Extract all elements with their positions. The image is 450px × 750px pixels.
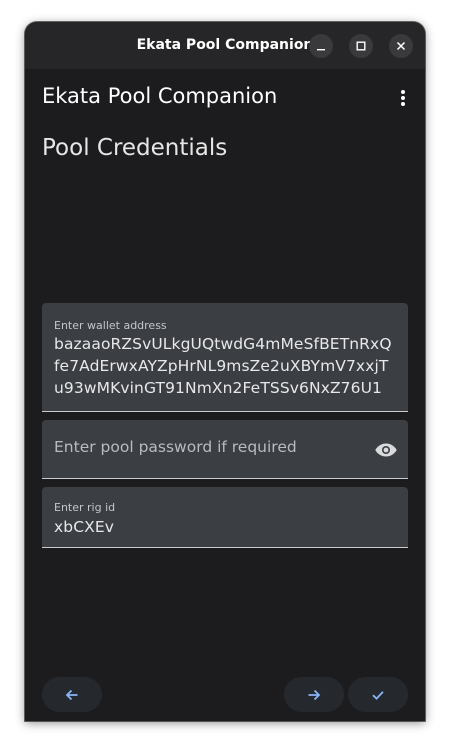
back-button[interactable] (42, 677, 102, 712)
app-window: Ekata Pool Companion Ekata Pool Companio… (25, 22, 425, 721)
more-vert-icon (401, 90, 405, 106)
pool-password-field[interactable]: Enter pool password if required (42, 420, 408, 479)
check-icon (372, 690, 384, 700)
app-bar-title: Ekata Pool Companion (42, 84, 278, 108)
maximize-button[interactable] (349, 34, 373, 58)
wallet-address-label: Enter wallet address (54, 319, 167, 332)
arrow-left-icon (65, 689, 78, 700)
rig-id-field[interactable]: Enter rig id xbCXEv (42, 487, 408, 548)
wallet-address-field[interactable]: Enter wallet address bazaaoRZSvULkgUQtwd… (42, 303, 408, 412)
rig-id-value[interactable]: xbCXEv (54, 516, 396, 538)
next-button[interactable] (284, 677, 344, 712)
arrow-right-icon (308, 689, 321, 700)
rig-id-label: Enter rig id (54, 501, 116, 514)
minimize-button[interactable] (309, 34, 333, 58)
close-button[interactable] (389, 34, 413, 58)
done-button[interactable] (348, 677, 408, 712)
eye-icon (375, 443, 397, 457)
close-icon (396, 41, 406, 51)
window-titlebar[interactable]: Ekata Pool Companion (25, 22, 425, 69)
wallet-address-value[interactable]: bazaaoRZSvULkgUQtwdG4mMeSfBETnRxQfe7AdEr… (54, 333, 396, 399)
maximize-icon (356, 41, 366, 51)
minimize-icon (317, 49, 325, 51)
more-menu-button[interactable] (391, 86, 415, 110)
pool-password-placeholder: Enter pool password if required (54, 438, 297, 456)
page-title: Pool Credentials (42, 135, 228, 161)
password-visibility-toggle[interactable] (374, 438, 398, 462)
